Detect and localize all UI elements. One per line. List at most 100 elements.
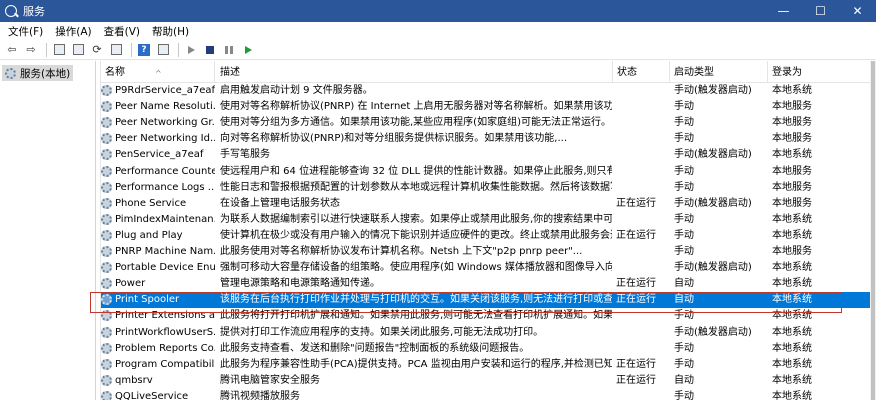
column-header-startup-type[interactable]: 启动类型: [670, 61, 768, 83]
toolbar-separator: [46, 42, 47, 57]
table-row[interactable]: P9RdrService_a7eaf 启用触发启动计划 9 文件服务器。 手动(触发…: [101, 83, 870, 99]
service-name: PrintWorkflowUserS...: [115, 326, 215, 338]
properties-icon[interactable]: [70, 42, 86, 58]
start-service-icon[interactable]: [183, 42, 199, 58]
refresh-icon[interactable]: ⟳: [89, 42, 105, 58]
service-description: 手写笔服务: [220, 149, 270, 161]
service-startup-type: 手动: [674, 390, 694, 400]
service-logon-as: 本地系统: [772, 390, 812, 400]
service-logon-as: 本地服务: [772, 197, 812, 209]
menu-action[interactable]: 操作(A): [51, 24, 95, 39]
table-row[interactable]: QQLiveService 腾讯视频播放服务 手动 本地系统: [101, 389, 870, 400]
restart-service-icon[interactable]: [240, 42, 256, 58]
table-row[interactable]: Peer Networking Gr... 使用对等分组为多方通信。如果禁用该功能…: [101, 115, 870, 131]
service-startup-type: 手动(触发器启动): [674, 262, 752, 274]
service-name: Printer Extensions a...: [115, 310, 215, 322]
service-description: 为联系人数据编制索引以进行快速联系人搜索。如果停止或禁用此服务,你的搜索结果中可…: [220, 213, 612, 225]
column-header-name[interactable]: 名称 ^: [101, 61, 215, 83]
table-row[interactable]: Peer Networking Id... 向对等名称解析协议(PNRP)和对等分…: [101, 131, 870, 147]
column-header-status[interactable]: 状态: [613, 61, 670, 83]
stop-service-icon[interactable]: [202, 42, 218, 58]
service-logon-as: 本地系统: [772, 229, 812, 241]
table-row[interactable]: Performance Counte... 使远程用户和 64 位进程能够查询 3…: [101, 164, 870, 180]
table-row[interactable]: Printer Extensions a... 此服务将打开打印机扩展和通知。如果…: [101, 308, 870, 324]
table-row[interactable]: PrintWorkflowUserS... 提供对打印工作流应用程序的支持。如果关…: [101, 325, 870, 341]
vertical-scrollbar[interactable]: [870, 61, 876, 400]
tree-item-label: 服务(本地): [20, 67, 71, 80]
service-startup-type: 手动(触发器启动): [674, 197, 752, 209]
service-status: [616, 83, 668, 99]
service-description: 此服务支持查看、发送和删除"问题报告"控制面板的系统级问题报告。: [220, 342, 530, 354]
menu-file[interactable]: 文件(F): [4, 24, 47, 39]
service-status: 正在运行: [616, 374, 656, 386]
help-icon[interactable]: ?: [136, 42, 152, 58]
service-logon-as: 本地系统: [772, 358, 812, 370]
service-status: [616, 180, 668, 196]
service-startup-type: 手动: [674, 246, 694, 257]
service-startup-type: 手动: [674, 133, 694, 145]
service-description: 性能日志和警报根据预配置的计划参数从本地或远程计算机收集性能数据。然后将该数据写…: [220, 181, 612, 193]
pause-service-icon[interactable]: [221, 42, 237, 58]
service-startup-type: 自动: [674, 294, 694, 306]
service-startup-type: 手动(触发器启动): [674, 149, 752, 161]
scrollbar-thumb[interactable]: [871, 61, 875, 400]
service-status: 正在运行: [616, 294, 656, 306]
column-header-logon-as[interactable]: 登录为: [768, 61, 876, 83]
toolbar: ⇦ ⇨ ⟳ ?: [0, 40, 876, 60]
menu-help[interactable]: 帮助(H): [148, 24, 193, 39]
service-description: 使用对等名称解析协议(PNRP) 在 Internet 上启用无服务器对等名称解…: [220, 101, 612, 113]
service-name: Peer Networking Gr...: [115, 117, 215, 129]
table-row[interactable]: Portable Device Enu... 强制可移动大容量存储设备的组策略。使…: [101, 260, 870, 276]
table-row[interactable]: PimIndexMaintenan... 为联系人数据编制索引以进行快速联系人搜索…: [101, 212, 870, 228]
forward-arrow-icon[interactable]: ⇨: [23, 42, 39, 58]
tree-item-services-local[interactable]: 服务(本地): [2, 65, 74, 81]
service-startup-type: 手动: [674, 181, 694, 193]
service-description: 腾讯视频播放服务: [220, 390, 300, 400]
service-status: [616, 212, 668, 228]
console-tree-icon[interactable]: [51, 42, 67, 58]
service-startup-type: 手动: [674, 213, 694, 225]
service-logon-as: 本地系统: [772, 149, 812, 161]
table-row[interactable]: Problem Reports Co... 此服务支持查看、发送和删除"问题报告"…: [101, 341, 870, 357]
service-name: Plug and Play: [115, 229, 183, 241]
service-status: 正在运行: [616, 358, 656, 370]
service-status: [616, 260, 668, 276]
service-logon-as: 本地服务: [772, 133, 812, 145]
service-startup-type: 手动: [674, 229, 694, 241]
table-row[interactable]: qmbsrv 腾讯电脑管家安全服务 正在运行 自动 本地系统: [101, 373, 870, 389]
close-button[interactable]: ✕: [839, 0, 876, 22]
minimize-button[interactable]: —: [765, 0, 802, 22]
service-logon-as: 本地服务: [772, 101, 812, 113]
maximize-button[interactable]: ☐: [802, 0, 839, 22]
menu-view[interactable]: 查看(V): [100, 24, 144, 39]
service-name: Print Spooler: [115, 294, 180, 306]
service-description: 提供对打印工作流应用程序的支持。如果关闭此服务,可能无法成功打印。: [220, 326, 544, 338]
window-title: 服务: [23, 5, 45, 18]
service-status: [616, 147, 668, 163]
table-row[interactable]: Power 管理电源策略和电源策略通知传递。 正在运行 自动 本地系统: [101, 276, 870, 292]
service-name: Program Compatibil...: [115, 358, 215, 370]
service-logon-as: 本地系统: [772, 262, 812, 274]
column-header-description[interactable]: 描述: [216, 61, 613, 83]
service-name: Phone Service: [115, 197, 187, 209]
back-arrow-icon[interactable]: ⇦: [4, 42, 20, 58]
export-list-icon[interactable]: [108, 42, 124, 58]
table-row[interactable]: PenService_a7eaf 手写笔服务 手动(触发器启动) 本地系统: [101, 147, 870, 163]
table-row[interactable]: Print Spooler 该服务在后台执行打印作业并处理与打印机的交互。如果关闭…: [101, 292, 870, 309]
services-list: 名称 ^ 描述 状态 启动类型 登录为 P9RdrService_a7eaf 启用…: [97, 61, 876, 400]
service-description: 使远程用户和 64 位进程能够查询 32 位 DLL 提供的性能计数器。如果停止…: [220, 165, 612, 177]
service-status: [616, 164, 668, 180]
view-icon[interactable]: [155, 42, 171, 58]
service-name: PenService_a7eaf: [115, 149, 204, 161]
table-row[interactable]: Peer Name Resoluti... 使用对等名称解析协议(PNRP) 在 …: [101, 99, 870, 115]
table-row[interactable]: Performance Logs ... 性能日志和警报根据预配置的计划参数从本地…: [101, 180, 870, 196]
table-row[interactable]: Plug and Play 使计算机在极少或没有用户输入的情况下能识别并适应硬件的…: [101, 228, 870, 244]
table-row[interactable]: PNRP Machine Nam... 此服务使用对等名称解析协议发布计算机名称。…: [101, 244, 870, 260]
service-description: 管理电源策略和电源策略通知传递。: [220, 278, 380, 290]
service-startup-type: 手动: [674, 358, 694, 370]
table-row[interactable]: Program Compatibil... 此服务为程序兼容性助手(PCA)提供支…: [101, 357, 870, 373]
service-description: 腾讯电脑管家安全服务: [220, 374, 320, 386]
service-startup-type: 手动: [674, 342, 694, 354]
table-row[interactable]: Phone Service 在设备上管理电话服务状态 正在运行 手动(触发器启动) 本地…: [101, 196, 870, 212]
services-search-icon: [5, 5, 17, 17]
